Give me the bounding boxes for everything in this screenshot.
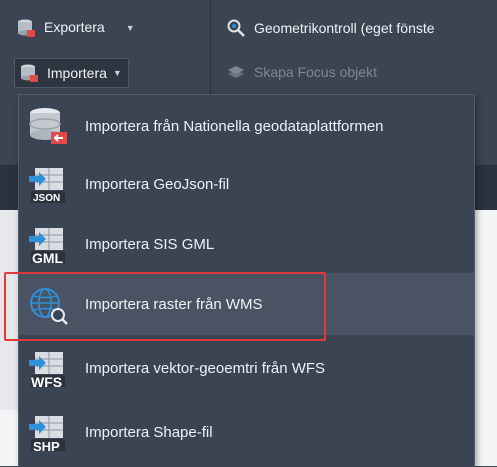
gml-tag: GML [32,250,64,266]
magnifier-icon [227,19,245,37]
create-focus-object-label: Skapa Focus objekt [254,64,377,80]
menu-item-import-shape-file[interactable]: SHP Importera Shape-fil [19,403,474,461]
menu-item-import-national-geodata[interactable]: Importera från Nationella geodataplattfo… [19,97,474,155]
chevron-down-icon: ▼ [125,23,135,33]
database-import-icon [21,64,38,82]
import-dropdown-menu: Importera från Nationella geodataplattfo… [18,94,475,467]
geometry-check-button[interactable]: Geometrikontroll (eget fönste [226,14,435,42]
json-tag: JSON [33,193,61,204]
shp-tag: SHP [33,439,60,454]
export-label: Exportera  [44,19,120,35]
globe-search-icon [30,288,68,325]
import-button[interactable]: Importera ▼ [14,58,129,88]
menu-item-import-vector-wfs[interactable]: WFS Importera vektor-geoemtri från WFS [19,339,474,397]
menu-item-label: Importera raster från WMS [85,295,263,313]
ribbon: Exportera  ▼ Importera ▼ Geometrikontro… [0,0,497,96]
database-import-icon [29,108,67,144]
geometry-check-label: Geometrikontroll (eget fönste [254,20,435,36]
menu-item-import-sis-gml[interactable]: GML Importera SIS GML [19,215,474,273]
layers-icon [228,66,244,78]
menu-item-label: Importera vektor-geoemtri från WFS [85,359,326,377]
menu-item-label: Importera SIS GML [85,235,215,253]
menu-item-label: Importera från Nationella geodataplattfo… [85,117,384,135]
export-button[interactable]: Exportera  ▼ [16,14,135,42]
import-label: Importera [47,65,107,81]
ribbon-separator [210,0,211,96]
wfs-tag: WFS [31,374,63,390]
menu-item-import-raster-wms[interactable]: Importera raster från WMS [19,273,474,335]
database-export-icon [18,19,35,37]
menu-item-label: Importera GeoJson-fil [85,175,230,193]
menu-item-import-geojson[interactable]: JSON Importera GeoJson-fil [19,155,474,213]
menu-item-label: Importera Shape-fil [85,423,213,441]
chevron-down-icon: ▼ [112,68,122,78]
create-focus-object-button[interactable]: Skapa Focus objekt [226,58,377,86]
